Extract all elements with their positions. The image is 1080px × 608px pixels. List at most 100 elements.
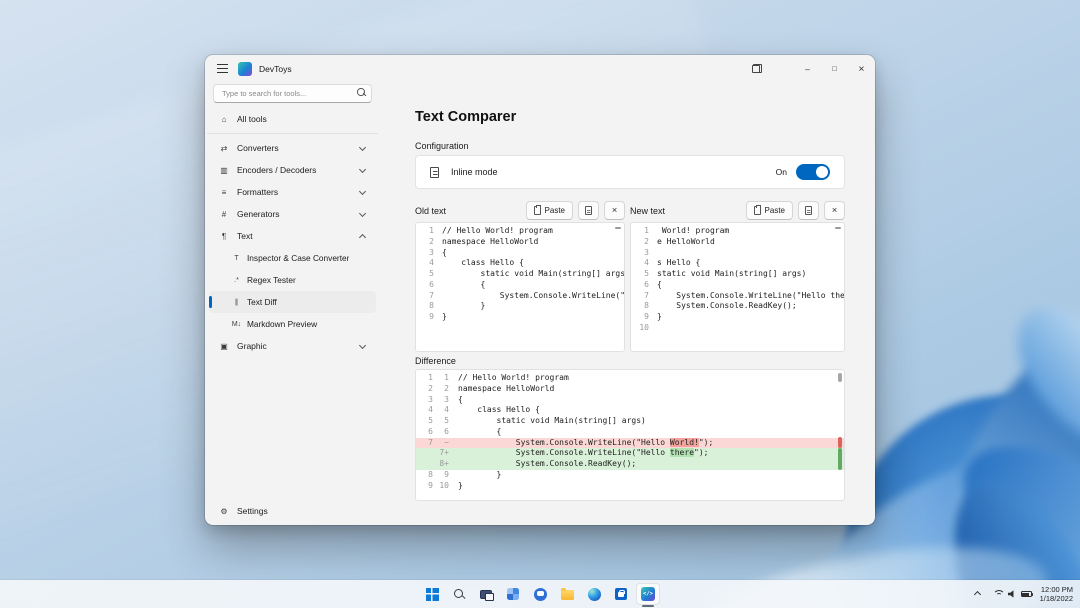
taskbar-clock[interactable]: 12:00 PM 1/18/2022: [1040, 585, 1075, 603]
chevron-icon: [359, 165, 366, 172]
diff-text-pre: System.Console.WriteLine("Hello: [458, 448, 670, 457]
hamburger-menu-button[interactable]: [209, 55, 235, 82]
widgets-button[interactable]: [501, 583, 525, 605]
chevron-icon: [359, 209, 366, 216]
scrollbar-thumb[interactable]: [838, 373, 842, 382]
line-text: {: [434, 248, 447, 259]
hidden-icons-button[interactable]: [971, 584, 985, 604]
hamburger-icon: [217, 64, 228, 73]
line-text: class Hello {: [434, 258, 524, 269]
sidebar-category[interactable]: ▥ Encoders / Decoders: [209, 159, 376, 181]
old-paste-button[interactable]: Paste: [526, 201, 573, 220]
home-icon: ⌂: [217, 115, 231, 124]
code-line: 7 System.Console.WriteLine("Hello there"…: [631, 291, 844, 302]
new-clear-button[interactable]: ×: [824, 201, 845, 220]
maximize-button[interactable]: □: [821, 55, 848, 82]
window-title: DevToys: [259, 64, 292, 74]
line-number: 6: [416, 280, 434, 291]
category-label: Text: [237, 231, 253, 241]
new-text-panel: New text Paste × 1 World! pro: [630, 201, 845, 353]
sidebar-tool[interactable]: ∥ Text Diff: [209, 291, 376, 313]
line-text: System.Console.WriteLine("Hello World!")…: [434, 291, 624, 302]
search-input[interactable]: [213, 84, 372, 103]
inline-mode-icon: [430, 167, 439, 178]
titlebar[interactable]: DevToys – □ ×: [205, 55, 875, 82]
devtoys-icon: [641, 587, 655, 601]
old-line-number: 1: [416, 373, 433, 384]
compact-overlay-button[interactable]: [743, 55, 770, 82]
inline-mode-toggle[interactable]: [796, 164, 830, 180]
old-text-label: Old text: [415, 206, 446, 216]
sidebar-tool[interactable]: T Inspector & Case Converter: [209, 247, 376, 269]
new-load-file-button[interactable]: [798, 201, 819, 220]
new-line-number: 4: [433, 405, 449, 416]
scrollbar-thumb[interactable]: [835, 227, 841, 229]
old-clear-button[interactable]: ×: [604, 201, 625, 220]
old-line-number: 5: [416, 416, 433, 427]
diff-text-post: ");: [694, 448, 708, 457]
search-icon: [453, 588, 465, 600]
code-line: 6 {: [631, 280, 844, 291]
chat-button[interactable]: [528, 583, 552, 605]
taskbar: 12:00 PM 1/18/2022: [0, 580, 1080, 608]
clipboard-icon: [534, 206, 541, 215]
file-explorer-button[interactable]: [555, 583, 579, 605]
diff-line-text: System.Console.WriteLine("Hello World!")…: [449, 438, 713, 449]
edge-button[interactable]: [582, 583, 606, 605]
old-load-file-button[interactable]: [578, 201, 599, 220]
store-icon: [615, 588, 627, 600]
diff-view[interactable]: 1 1 // Hello World! program 2 2 namespac…: [415, 369, 845, 501]
devtoys-taskbar-button[interactable]: [636, 583, 660, 605]
diff-row: 2 2 namespace HelloWorld: [416, 384, 844, 395]
sidebar-item-settings[interactable]: ⚙ Settings: [209, 500, 376, 522]
sidebar-category-graphic[interactable]: ▣ Graphic: [209, 335, 376, 357]
edge-icon: [588, 588, 601, 601]
old-line-number: 8: [416, 470, 433, 481]
sidebar-tool[interactable]: M↓ Markdown Preview: [209, 313, 376, 335]
sidebar-item-all-tools[interactable]: ⌂ All tools: [209, 108, 376, 130]
sidebar-category[interactable]: ¶ Text: [209, 225, 376, 247]
close-button[interactable]: ×: [848, 55, 875, 82]
graphic-icon: ▣: [217, 342, 231, 351]
new-line-number: 9: [433, 470, 449, 481]
file-icon: [805, 206, 812, 215]
category-label: Generators: [237, 209, 280, 219]
sidebar-tool[interactable]: .* Regex Tester: [209, 269, 376, 291]
code-line: 3: [631, 248, 844, 259]
start-button[interactable]: [420, 583, 444, 605]
diff-text-pre: }: [458, 481, 463, 490]
new-paste-button[interactable]: Paste: [746, 201, 793, 220]
line-number: 2: [631, 237, 649, 248]
minimize-button[interactable]: –: [794, 55, 821, 82]
old-text-editor[interactable]: 1 // Hello World! program 2 namespace He…: [415, 222, 625, 352]
line-text: System.Console.ReadKey();: [649, 301, 797, 312]
tool-label: Regex Tester: [247, 275, 296, 285]
diff-line-text: System.Console.WriteLine("Hello there");: [449, 448, 708, 459]
quick-settings-button[interactable]: [991, 584, 1034, 604]
diff-line-text: {: [449, 427, 501, 438]
line-number: 9: [631, 312, 649, 323]
line-number: 5: [631, 269, 649, 280]
line-number: 10: [631, 323, 649, 334]
devtoys-window: DevToys – □ × ⌂ All tools ⇄ Conver: [205, 55, 875, 525]
line-text: }: [649, 312, 662, 323]
sidebar-category[interactable]: ⇄ Converters: [209, 137, 376, 159]
new-line-number: 10: [433, 481, 449, 492]
taskbar-search-button[interactable]: [447, 583, 471, 605]
line-number: 1: [631, 226, 649, 237]
task-view-button[interactable]: [474, 583, 498, 605]
new-text-editor[interactable]: 1 World! program 2 e HelloWorld 3: [630, 222, 845, 352]
store-button[interactable]: [609, 583, 633, 605]
sidebar-category[interactable]: # Generators: [209, 203, 376, 225]
old-line-number: 4: [416, 405, 433, 416]
line-text: static void Main(string[] args): [434, 269, 624, 280]
scrollbar-thumb[interactable]: [615, 227, 621, 229]
line-number: 8: [631, 301, 649, 312]
diff-scrollbar[interactable]: [838, 371, 842, 499]
code-line: 9 }: [416, 312, 624, 323]
category-label: Graphic: [237, 341, 267, 351]
code-line: 1 World! program: [631, 226, 844, 237]
diff-text-pre: }: [458, 470, 501, 479]
wifi-icon: [993, 590, 1004, 598]
sidebar-category[interactable]: ≡ Formatters: [209, 181, 376, 203]
